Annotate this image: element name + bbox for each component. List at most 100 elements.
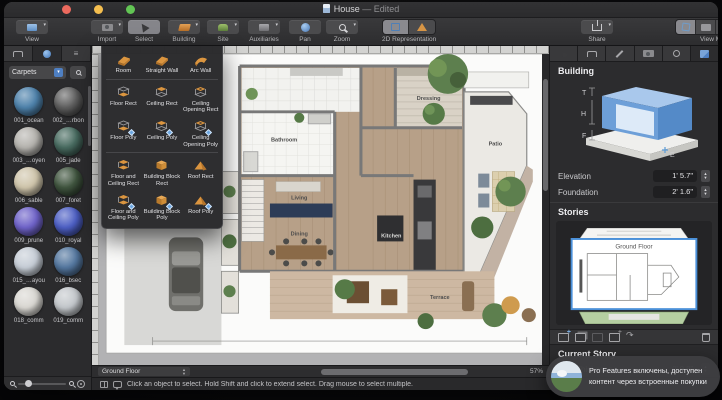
menu-item-ceiling-rect[interactable]: Ceiling Rect xyxy=(143,82,182,116)
tab-furniture[interactable] xyxy=(4,46,33,61)
site-tool-button[interactable]: ▾ Site xyxy=(200,20,246,43)
bathroom-room[interactable]: Bathroom xyxy=(241,111,335,176)
texture-swatch[interactable]: 016_bsec xyxy=(50,247,88,284)
category-select[interactable]: Carpets ▾ xyxy=(9,65,66,79)
stairs[interactable] xyxy=(241,179,265,242)
menu-item-roof-poly[interactable]: Roof Poly xyxy=(181,190,220,224)
wall-tool-icon xyxy=(115,52,132,67)
tab-light[interactable] xyxy=(662,46,691,61)
representation-3d-button[interactable] xyxy=(409,20,436,34)
slider-knob[interactable] xyxy=(24,380,32,387)
menu-item-floor-and-ceiling-poly[interactable]: Floor and Ceiling Poly xyxy=(104,190,143,224)
search-button[interactable] xyxy=(70,65,86,79)
horizontal-scroll-thumb[interactable] xyxy=(320,368,469,375)
tab-building[interactable] xyxy=(690,46,718,61)
texture-swatch[interactable]: 018_comm xyxy=(10,287,48,324)
sidebar-scrollbar[interactable] xyxy=(88,86,91,146)
menu-item-ceiling-opening-poly[interactable]: Ceiling Opening Poly xyxy=(181,116,220,150)
menu-item-building-block-rect[interactable]: Building Block Rect xyxy=(143,155,182,189)
menu-item-ceiling-opening-rect[interactable]: Ceiling Opening Rect xyxy=(181,82,220,116)
menu-item-room[interactable]: Room xyxy=(104,49,143,77)
tab-edit[interactable] xyxy=(606,46,635,61)
texture-swatch[interactable]: 001_ocean xyxy=(10,87,48,124)
texture-swatch[interactable]: 007_foret xyxy=(50,167,88,204)
roof-strip[interactable] xyxy=(463,71,530,89)
building-tools-menu: Room Straight Wall Arc Wall Floor Rect Ceili… xyxy=(101,46,223,229)
foundation-value-field[interactable]: 2' 1.6" xyxy=(653,186,697,198)
menu-item-label: Floor Rect xyxy=(109,100,137,107)
texture-swatch[interactable]: 006_sable xyxy=(10,167,48,204)
view-mode-camera-button[interactable] xyxy=(696,20,716,34)
texture-name: 002_…rbon xyxy=(52,118,84,124)
insert-story-button[interactable] xyxy=(592,332,603,342)
menu-item-building-block-poly[interactable]: Building Block Poly xyxy=(143,190,182,224)
thumbnail-size-slider[interactable] xyxy=(18,380,66,387)
story-selector[interactable]: Ground Floor ▲ ▼ xyxy=(98,367,190,376)
texture-swatch[interactable]: 009_prune xyxy=(10,207,48,244)
desktop: House — Edited ▾ View ▾ Import Select ▾ … xyxy=(0,0,722,400)
foundation-row: Foundation 2' 1.6" ▲ ▼ xyxy=(550,184,718,200)
menu-item-floor-poly[interactable]: Floor Poly xyxy=(104,116,143,150)
svg-text:Bathroom: Bathroom xyxy=(271,138,297,144)
foundation-stepper[interactable]: ▲ ▼ xyxy=(701,186,710,198)
car[interactable] xyxy=(168,237,204,312)
hint-bubble-icon[interactable] xyxy=(113,380,122,390)
elevation-value-field[interactable]: 1' 5.7" xyxy=(653,170,697,182)
menu-item-label: Room xyxy=(115,68,132,74)
share-button[interactable]: ▾ Share xyxy=(574,19,620,43)
tab-object[interactable] xyxy=(578,46,607,61)
stories-section-title: Stories xyxy=(550,202,718,219)
texture-swatch[interactable]: 003_…oyen xyxy=(10,127,48,164)
canvas-horizontal-scrollbar[interactable] xyxy=(196,368,524,375)
canvas-vertical-scrollbar[interactable] xyxy=(542,54,549,365)
pencil-icon xyxy=(616,49,624,58)
grid-icon[interactable] xyxy=(100,380,108,388)
vertical-scroll-thumb[interactable] xyxy=(543,78,548,191)
sofa-icon xyxy=(13,50,23,57)
stepper-icon: ▲ ▼ xyxy=(182,366,186,376)
texture-sphere-icon xyxy=(14,87,44,116)
wireframe-cube-icon xyxy=(680,22,691,32)
texture-swatch[interactable]: 005_jade xyxy=(50,127,88,164)
story-card-ground-floor[interactable]: Ground Floor xyxy=(570,238,698,311)
texture-swatch[interactable]: 010_royal xyxy=(50,207,88,244)
tab-camera[interactable] xyxy=(634,46,663,61)
menu-item-floor-rect[interactable]: Floor Rect xyxy=(104,82,143,116)
menu-item-ceiling-poly[interactable]: Ceiling Poly xyxy=(143,116,182,150)
menu-item-label: Ceiling Opening Poly xyxy=(183,134,219,148)
elevation-stepper[interactable]: ▲ ▼ xyxy=(701,170,710,182)
tab-arrange[interactable] xyxy=(550,46,579,61)
menu-separator xyxy=(106,78,218,80)
menu-item-roof-rect[interactable]: Roof Rect xyxy=(181,155,220,189)
add-story-button[interactable] xyxy=(558,329,571,342)
menu-item-floor-and-ceiling-rect[interactable]: Floor and Ceiling Rect xyxy=(104,155,143,189)
zoom-tool-button[interactable]: ▾ Zoom xyxy=(319,20,365,43)
terrace-area[interactable]: Terrace xyxy=(269,271,495,320)
add-building-button[interactable] xyxy=(609,329,622,342)
story-card-terrain[interactable] xyxy=(578,311,690,325)
auxiliaries-tool-button[interactable]: ▾ Auxiliaries xyxy=(241,20,287,43)
planter-boxes[interactable] xyxy=(221,171,240,314)
menu-item-straight-wall[interactable]: Straight Wall xyxy=(143,49,182,77)
duplicate-story-button[interactable] xyxy=(575,332,586,342)
ceiling-tool-icon xyxy=(153,85,170,100)
tab-list[interactable]: ≡ xyxy=(62,46,91,61)
move-story-button[interactable] xyxy=(626,330,638,342)
texture-swatch[interactable]: 015_…ayou xyxy=(10,247,48,284)
view-mode-2d-button[interactable] xyxy=(676,20,696,34)
zoom-out-icon[interactable] xyxy=(10,381,15,386)
trash-icon[interactable] xyxy=(702,332,710,342)
representation-2d-button[interactable] xyxy=(383,20,410,34)
zoom-in-icon[interactable] xyxy=(69,381,74,386)
canvas-zoom-level: 57% xyxy=(529,368,543,375)
stories-stack: Ground Floor xyxy=(556,221,712,325)
texture-swatch[interactable]: 002_…rbon xyxy=(50,87,88,124)
menu-item-arc-wall[interactable]: Arc Wall xyxy=(181,49,220,77)
view-mode-elevation-button[interactable] xyxy=(716,20,718,34)
floor-plan-icon xyxy=(391,23,401,31)
tab-materials[interactable] xyxy=(33,46,62,61)
pro-features-toast[interactable]: Pro Features включены, доступен контент ч… xyxy=(546,356,720,397)
view-button[interactable]: ▾ View xyxy=(9,20,55,43)
locate-icon[interactable] xyxy=(77,379,85,388)
texture-swatch[interactable]: 019_comm xyxy=(50,287,88,324)
